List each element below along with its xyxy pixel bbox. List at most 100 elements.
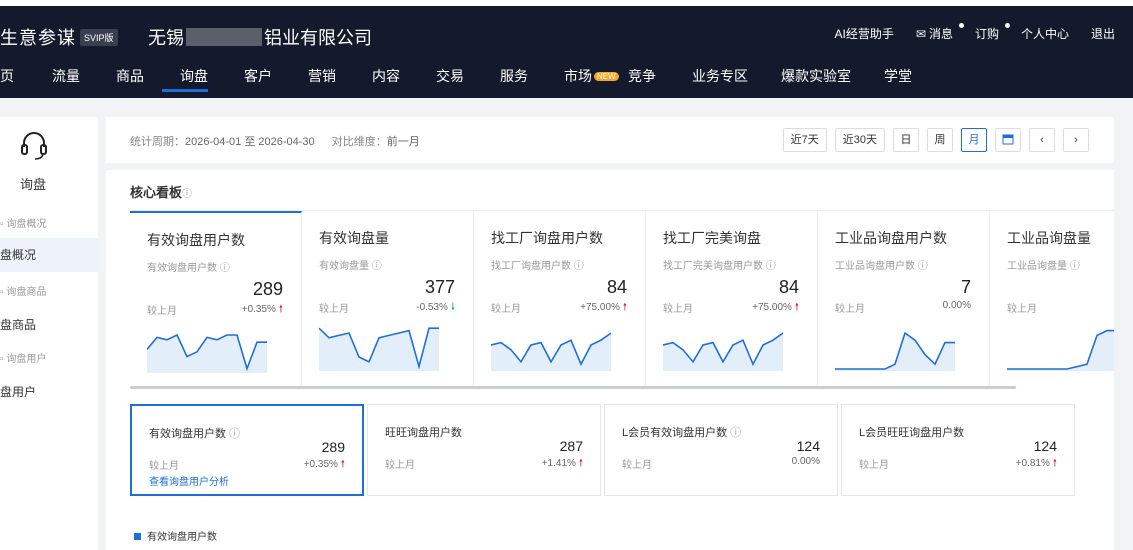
nav-competition[interactable]: 竞争 — [628, 66, 656, 86]
metric-card[interactable]: 找工厂完美询盘 找工厂完美询盘用户数 ⓘ 84 较上月 +75.00% 🠕 — [646, 211, 818, 386]
period-value: 2026-04-01 至 2026-04-30 — [185, 136, 315, 148]
core-dashboard: 核心看板ⓘ 有效询盘用户数 有效询盘用户数 ⓘ 289 较上月 +0.35% 🠕 有效询盘… — [106, 170, 1114, 550]
message-label: 消息 — [928, 27, 953, 41]
metric-subtitle-text: 有效询盘量 — [319, 261, 369, 272]
metric-value: 377 — [424, 277, 455, 297]
nav-marketing[interactable]: 营销 — [308, 66, 336, 86]
nav-trade[interactable]: 交易 — [436, 66, 464, 86]
sparkline-chart — [319, 327, 439, 371]
message-link[interactable]: ✉ 消息 — [915, 23, 965, 42]
metric-card[interactable]: 找工厂询盘用户数 找工厂询盘用户数 ⓘ 84 较上月 +75.00% 🠕 — [474, 211, 646, 386]
sidebar-item-overview[interactable]: 盘概况 — [0, 238, 98, 272]
personal-center-link[interactable]: 个人中心 — [1021, 25, 1069, 42]
ai-assistant-link[interactable]: AI经营助手 — [835, 25, 894, 42]
sub-metric-compare-label: 较上月 — [859, 460, 889, 471]
sidebar-item-users[interactable]: 盘用户 — [0, 383, 36, 400]
arrow-up-icon: 🠕 — [1052, 458, 1057, 469]
logout-link[interactable]: 退出 — [1091, 25, 1115, 42]
sidebar-title: 询盘 — [20, 177, 47, 192]
period-buttons: 近7天 近30天 日 周 月 ‹ › — [782, 128, 1089, 152]
calendar-button[interactable] — [995, 128, 1021, 152]
help-icon[interactable]: ⓘ — [766, 261, 776, 272]
help-icon[interactable]: ⓘ — [220, 263, 230, 274]
company-suffix: 铝业有限公司 — [264, 28, 372, 48]
metric-card[interactable]: 有效询盘用户数 有效询盘用户数 ⓘ 289 较上月 +0.35% 🠕 — [130, 211, 302, 386]
sub-metric-card[interactable]: 旺旺询盘用户数 287 较上月 +1.41% 🠕 — [367, 404, 601, 496]
sparkline-area — [835, 333, 955, 371]
metric-subtitle-text: 找工厂询盘用户数 — [491, 261, 571, 272]
metric-change-value: 0.00% — [942, 300, 971, 311]
sub-metric-card[interactable]: L会员旺旺询盘用户数 124 较上月 +0.81% 🠕 — [841, 404, 1075, 496]
nav-inquiry[interactable]: 询盘 — [180, 66, 208, 86]
nav-traffic[interactable]: 流量 — [52, 66, 80, 86]
next-button[interactable]: › — [1063, 128, 1089, 152]
sub-metric-title: 有效询盘用户数 ⓘ — [149, 425, 240, 441]
day-button[interactable]: 日 — [893, 128, 919, 152]
metric-value: 84 — [606, 277, 627, 297]
metric-value: 84 — [778, 277, 799, 297]
sparkline-area — [319, 328, 439, 371]
chart-legend: 有效询盘用户数 — [134, 528, 217, 543]
nav-service[interactable]: 服务 — [500, 66, 528, 86]
nav-active-indicator — [162, 89, 208, 92]
last-30-days-button[interactable]: 近30天 — [834, 128, 885, 152]
header-links: AI经营助手 ✉ 消息 订购 个人中心 退出 — [813, 23, 1115, 42]
nav-market[interactable]: 市场 NEW — [564, 66, 619, 86]
metric-title: 工业品询盘量 — [1007, 230, 1091, 246]
sidebar: 询盘 ▫ 询盘概况 盘概况 ▫ 询盘商品 盘商品 ▫ 询盘用户 盘用户 — [0, 117, 98, 550]
sub-metric-value: 289 — [321, 439, 345, 455]
nav-business-zone[interactable]: 业务专区 — [692, 66, 748, 86]
nav-customers[interactable]: 客户 — [244, 66, 272, 86]
sub-metric-value: 124 — [1033, 438, 1057, 454]
period-label: 统计周期： — [130, 136, 185, 148]
metric-subtitle-text: 找工厂完美询盘用户数 — [663, 261, 763, 272]
metric-title: 有效询盘用户数 — [147, 232, 245, 248]
headset-icon — [21, 132, 47, 160]
prev-button[interactable]: ‹ — [1029, 128, 1055, 152]
sidebar-group-products-label: 询盘商品 — [6, 287, 47, 298]
mail-icon: ✉ — [915, 27, 926, 41]
brand-title[interactable]: 生意参谋 — [0, 24, 76, 50]
nav-hot-lab[interactable]: 爆款实验室 — [781, 66, 851, 86]
month-button[interactable]: 月 — [961, 128, 987, 152]
help-icon[interactable]: ⓘ — [182, 189, 192, 200]
chevron-right-icon: › — [1074, 134, 1078, 146]
metric-card[interactable]: 工业品询盘用户数 工业品询盘用户数 ⓘ 7 较上月 0.00% — [818, 211, 990, 386]
horizontal-scrollbar[interactable] — [130, 386, 1016, 389]
top-strip — [0, 0, 1133, 6]
sub-metric-title-text: 旺旺询盘用户数 — [385, 427, 462, 439]
sub-metric-card[interactable]: L会员有效询盘用户数 ⓘ 124 较上月 0.00% — [604, 404, 838, 496]
help-icon[interactable]: ⓘ — [229, 428, 240, 440]
sparkline-area — [147, 335, 267, 373]
arrow-up-icon: 🠕 — [578, 458, 583, 469]
sidebar-group-users: ▫ 询盘用户 — [0, 350, 46, 365]
filter-bar: 统计周期：2026-04-01 至 2026-04-30 对比维度：前一月 近7… — [106, 117, 1114, 163]
metric-change: +0.35% 🠕 — [242, 302, 283, 319]
metric-card[interactable]: 工业品询盘量 工业品询盘量 ⓘ 较上月 — [990, 211, 1114, 386]
help-icon[interactable]: ⓘ — [574, 261, 584, 272]
last-7-days-button[interactable]: 近7天 — [782, 128, 827, 152]
sidebar-item-products[interactable]: 盘商品 — [0, 316, 36, 333]
nav-home[interactable]: 页 — [0, 66, 14, 86]
metric-compare-label: 较上月 — [835, 304, 865, 315]
nav-market-label: 市场 — [564, 68, 592, 84]
help-icon[interactable]: ⓘ — [372, 261, 382, 272]
view-user-analysis-link[interactable]: 查看询盘用户分析 — [149, 473, 229, 488]
sub-metric-title: L会员旺旺询盘用户数 — [859, 424, 964, 440]
help-icon[interactable]: ⓘ — [918, 261, 928, 272]
metric-card[interactable]: 有效询盘量 有效询盘量 ⓘ 377 较上月 -0.53% 🠗 — [302, 211, 474, 386]
legend-label: 有效询盘用户数 — [147, 532, 217, 543]
help-icon[interactable]: ⓘ — [730, 427, 741, 439]
nav-products[interactable]: 商品 — [116, 66, 144, 86]
subscribe-link[interactable]: 订购 — [975, 23, 1010, 42]
metric-change-value: -0.53% — [416, 302, 448, 313]
week-button[interactable]: 周 — [927, 128, 953, 152]
nav-academy[interactable]: 学堂 — [884, 66, 912, 86]
metric-compare-label: 较上月 — [147, 306, 177, 317]
help-icon[interactable]: ⓘ — [1070, 261, 1080, 272]
metric-change: +75.00% 🠕 — [752, 300, 799, 317]
sub-metric-change: +0.35% 🠕 — [304, 457, 345, 474]
sub-metric-card[interactable]: 有效询盘用户数 ⓘ 289 较上月 +0.35% 🠕 查看询盘用户分析 — [130, 404, 364, 496]
sub-metric-compare-label: 较上月 — [622, 460, 652, 471]
nav-content[interactable]: 内容 — [372, 66, 400, 86]
